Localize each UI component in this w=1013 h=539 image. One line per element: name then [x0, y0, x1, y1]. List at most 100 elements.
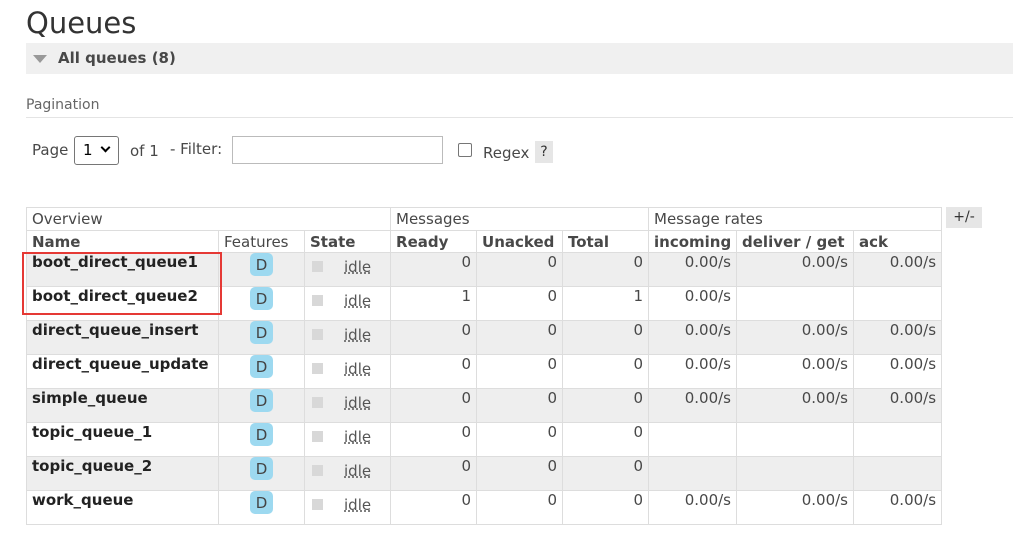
deliver-cell: [736, 456, 855, 491]
queue-name-link[interactable]: simple_queue: [26, 388, 219, 423]
ready-cell: 0: [390, 456, 478, 491]
regex-label: Regex: [483, 144, 530, 162]
table-row: topic_queue_1 D idle 0 0 0: [26, 422, 943, 457]
unacked-cell: 0: [476, 422, 564, 457]
filter-input[interactable]: [232, 136, 443, 164]
state-text: idle: [344, 394, 372, 412]
column-header-incoming[interactable]: incoming: [648, 230, 738, 253]
queue-name-link[interactable]: direct_queue_update: [26, 354, 219, 389]
queues-table: Overview Messages Message rates Name Fea…: [25, 207, 943, 525]
queue-name-link[interactable]: direct_queue_insert: [26, 320, 219, 355]
state-cell: idle: [303, 252, 392, 287]
ready-cell: 0: [390, 320, 478, 355]
deliver-cell: 0.00/s: [736, 490, 855, 525]
state-text: idle: [344, 326, 372, 344]
unacked-cell: 0: [476, 490, 564, 525]
state-cell: idle: [303, 388, 392, 423]
page-count-label: of 1: [130, 142, 159, 160]
state-square-icon: [312, 397, 323, 408]
state-cell: idle: [303, 490, 392, 525]
state-text: idle: [344, 258, 372, 276]
state-cell: idle: [303, 286, 392, 321]
state-square-icon: [312, 465, 323, 476]
ack-cell: [853, 286, 943, 321]
total-cell: 0: [562, 388, 650, 423]
durable-badge[interactable]: D: [250, 355, 273, 378]
table-row: direct_queue_insert D idle 0 0 0 0.00/s …: [26, 320, 943, 355]
incoming-cell: [648, 422, 738, 457]
state-cell: idle: [303, 320, 392, 355]
ack-cell: 0.00/s: [853, 490, 943, 525]
filter-label: - Filter:: [170, 140, 223, 158]
group-header-message-rates: Message rates: [648, 207, 943, 231]
page-select-value: 1: [83, 141, 93, 159]
column-header-name[interactable]: Name: [26, 230, 219, 253]
column-header-ready[interactable]: Ready: [390, 230, 478, 253]
deliver-cell: 0.00/s: [736, 354, 855, 389]
queue-name-link[interactable]: topic_queue_1: [26, 422, 219, 457]
total-cell: 1: [562, 286, 650, 321]
column-header-deliver-get[interactable]: deliver / get: [736, 230, 855, 253]
table-row: topic_queue_2 D idle 0 0 0: [26, 456, 943, 491]
state-text: idle: [344, 428, 372, 446]
ack-cell: [853, 422, 943, 457]
table-row: direct_queue_update D idle 0 0 0 0.00/s …: [26, 354, 943, 389]
queue-name-link[interactable]: topic_queue_2: [26, 456, 219, 491]
table-row: simple_queue D idle 0 0 0 0.00/s 0.00/s …: [26, 388, 943, 423]
triangle-down-icon: [33, 55, 47, 63]
state-square-icon: [312, 363, 323, 374]
incoming-cell: 0.00/s: [648, 286, 738, 321]
group-header-overview: Overview: [25, 207, 392, 231]
ack-cell: 0.00/s: [853, 388, 943, 423]
section-label: All queues (8): [58, 49, 176, 67]
column-header-total[interactable]: Total: [562, 230, 650, 253]
durable-badge[interactable]: D: [250, 423, 273, 446]
page-label: Page: [32, 141, 69, 159]
page-title: Queues: [26, 6, 137, 40]
unacked-cell: 0: [476, 456, 564, 491]
column-header-state[interactable]: State: [303, 230, 392, 253]
features-cell: D: [218, 388, 305, 423]
features-cell: D: [218, 286, 305, 321]
unacked-cell: 0: [476, 286, 564, 321]
regex-help-button[interactable]: ?: [535, 141, 553, 163]
state-text: idle: [344, 292, 372, 310]
all-queues-section-toggle[interactable]: All queues (8): [26, 43, 1013, 74]
incoming-cell: 0.00/s: [648, 354, 738, 389]
deliver-cell: 0.00/s: [736, 388, 855, 423]
features-cell: D: [218, 456, 305, 491]
features-cell: D: [218, 252, 305, 287]
state-text: idle: [344, 462, 372, 480]
column-header-unacked[interactable]: Unacked: [476, 230, 564, 253]
total-cell: 0: [562, 354, 650, 389]
column-header-ack[interactable]: ack: [853, 230, 943, 253]
durable-badge[interactable]: D: [250, 321, 273, 344]
queue-name-link[interactable]: boot_direct_queue2: [26, 286, 219, 321]
incoming-cell: 0.00/s: [648, 388, 738, 423]
durable-badge[interactable]: D: [250, 287, 273, 310]
ack-cell: 0.00/s: [853, 320, 943, 355]
queue-name-link[interactable]: work_queue: [26, 490, 219, 525]
durable-badge[interactable]: D: [250, 491, 273, 514]
features-cell: D: [218, 354, 305, 389]
column-header-features: Features: [218, 230, 305, 253]
durable-badge[interactable]: D: [250, 457, 273, 480]
queue-name-link[interactable]: boot_direct_queue1: [26, 252, 219, 287]
ready-cell: 0: [390, 354, 478, 389]
regex-checkbox[interactable]: [458, 143, 472, 157]
table-row: boot_direct_queue1 D idle 0 0 0 0.00/s 0…: [26, 252, 943, 287]
ready-cell: 0: [390, 388, 478, 423]
state-text: idle: [344, 360, 372, 378]
state-cell: idle: [303, 422, 392, 457]
pagination-divider: [26, 117, 1013, 118]
page-select[interactable]: 1: [74, 136, 119, 165]
durable-badge[interactable]: D: [250, 253, 273, 276]
deliver-cell: 0.00/s: [736, 320, 855, 355]
unacked-cell: 0: [476, 388, 564, 423]
state-cell: idle: [303, 456, 392, 491]
columns-toggle-button[interactable]: +/-: [946, 207, 982, 228]
durable-badge[interactable]: D: [250, 389, 273, 412]
unacked-cell: 0: [476, 354, 564, 389]
features-cell: D: [218, 320, 305, 355]
group-header-messages: Messages: [390, 207, 650, 231]
